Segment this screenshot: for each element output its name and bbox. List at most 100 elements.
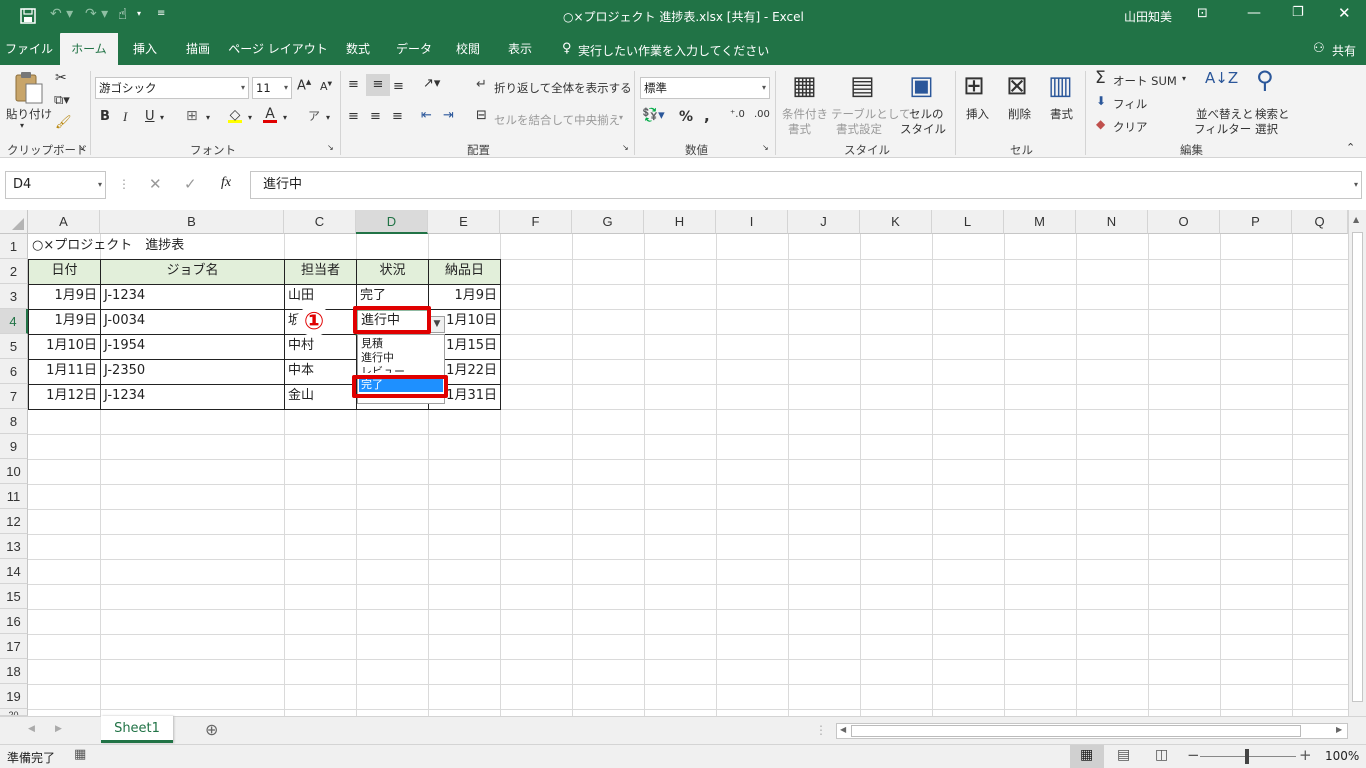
font-launcher-icon[interactable]: ↘: [327, 143, 334, 152]
cell-C5[interactable]: 中村: [285, 334, 317, 359]
paste-dropdown-icon[interactable]: ▾: [20, 121, 24, 130]
conditional-format-icon[interactable]: ▦: [792, 71, 817, 101]
find-select-button[interactable]: 検索と: [1255, 106, 1290, 122]
cell-C6[interactable]: 中本: [285, 359, 317, 384]
column-header[interactable]: L: [932, 210, 1004, 234]
touch-mode-icon[interactable]: ☝: [118, 5, 127, 23]
row-header-selected[interactable]: 4: [0, 309, 28, 334]
font-color-dropdown-icon[interactable]: ▾: [283, 113, 287, 122]
increase-indent-icon[interactable]: ⇥: [443, 108, 454, 123]
restore-icon[interactable]: ❐: [1292, 5, 1304, 20]
tab-data[interactable]: データ: [387, 33, 441, 65]
sort-filter-icon[interactable]: A↓Z: [1205, 69, 1238, 87]
row-header[interactable]: 20: [0, 709, 28, 716]
column-header[interactable]: C: [284, 210, 356, 234]
format-cells-button[interactable]: 書式: [1050, 106, 1073, 122]
cell-B3[interactable]: J-1234: [101, 284, 148, 309]
column-header[interactable]: J: [788, 210, 860, 234]
font-name-select[interactable]: 游ゴシック ▾: [95, 77, 249, 99]
scroll-up-icon[interactable]: ▲: [1353, 215, 1359, 224]
row-header[interactable]: 10: [0, 459, 28, 484]
next-sheet-icon[interactable]: ▶: [55, 724, 62, 734]
sheet-tab-active[interactable]: Sheet1: [101, 716, 173, 743]
column-header[interactable]: N: [1076, 210, 1148, 234]
row-header[interactable]: 9: [0, 434, 28, 459]
currency-icon[interactable]: 💱▾: [642, 108, 665, 123]
column-header[interactable]: I: [716, 210, 788, 234]
cell-styles-button[interactable]: セルの: [909, 106, 944, 122]
cut-icon[interactable]: ✂: [55, 70, 67, 86]
share-button[interactable]: 共有: [1332, 42, 1356, 59]
undo-icon[interactable]: ↶ ▾: [50, 6, 73, 22]
row-header[interactable]: 5: [0, 334, 28, 359]
find-select-button-line2[interactable]: 選択: [1255, 121, 1278, 137]
tab-formulas[interactable]: 数式: [333, 33, 383, 65]
row-header[interactable]: 18: [0, 659, 28, 684]
zoom-out-icon[interactable]: −: [1187, 746, 1200, 764]
cell-C2[interactable]: 担当者: [285, 259, 356, 284]
column-header-selected[interactable]: D: [356, 210, 428, 234]
dropdown-option[interactable]: 進行中: [361, 351, 394, 365]
clear-icon[interactable]: ◆: [1096, 117, 1105, 131]
alignment-launcher-icon[interactable]: ↘: [622, 143, 629, 152]
scrollbar-thumb[interactable]: [1352, 232, 1363, 702]
cell-styles-icon[interactable]: ▣: [909, 71, 934, 101]
border-icon[interactable]: ⊞: [186, 108, 198, 124]
cell-A2[interactable]: 日付: [29, 259, 100, 284]
row-header[interactable]: 12: [0, 509, 28, 534]
delete-cells-icon[interactable]: ⊠: [1006, 71, 1028, 101]
tab-page-layout[interactable]: ページ レイアウト: [226, 33, 330, 65]
align-top-icon[interactable]: ≡: [348, 77, 359, 92]
cell-B7[interactable]: J-1234: [101, 384, 148, 409]
cell-styles-button-line2[interactable]: スタイル: [900, 121, 946, 137]
decrease-decimal-icon[interactable]: .00: [754, 109, 770, 120]
minimize-icon[interactable]: —: [1247, 5, 1261, 21]
tab-view[interactable]: 表示: [496, 33, 544, 65]
column-header[interactable]: A: [28, 210, 100, 234]
tab-file[interactable]: ファイル: [0, 33, 58, 65]
clipboard-launcher-icon[interactable]: ↘: [78, 143, 85, 152]
increase-decimal-icon[interactable]: ⁺.0: [730, 109, 745, 120]
orientation-icon[interactable]: ↗▾: [423, 76, 440, 91]
column-header[interactable]: H: [644, 210, 716, 234]
format-as-table-button[interactable]: テーブルとして: [831, 106, 910, 122]
align-center-icon[interactable]: ≡: [370, 109, 381, 124]
sort-filter-button-line2[interactable]: フィルター: [1194, 121, 1251, 137]
insert-cells-icon[interactable]: ⊞: [963, 71, 985, 101]
italic-button[interactable]: I: [123, 109, 127, 125]
autosum-icon[interactable]: Σ: [1095, 68, 1106, 88]
row-header[interactable]: 16: [0, 609, 28, 634]
ribbon-display-icon[interactable]: ⊡: [1197, 6, 1208, 21]
row-header[interactable]: 3: [0, 284, 28, 309]
column-header[interactable]: M: [1004, 210, 1076, 234]
zoom-slider-thumb[interactable]: [1245, 749, 1249, 764]
normal-view-button[interactable]: ▦: [1070, 745, 1104, 768]
cell-A1[interactable]: ○×プロジェクト 進捗表: [29, 234, 187, 259]
insert-cells-button[interactable]: 挿入: [966, 106, 989, 122]
cell-A7[interactable]: 1月12日: [29, 384, 100, 409]
cell-A5[interactable]: 1月10日: [29, 334, 100, 359]
find-select-icon[interactable]: ⚲: [1256, 66, 1274, 94]
cell-B2[interactable]: ジョブ名: [101, 259, 284, 284]
align-right-icon[interactable]: ≡: [392, 109, 403, 124]
validation-dropdown-button[interactable]: ▼: [429, 316, 445, 333]
percent-button[interactable]: %: [679, 109, 693, 125]
formula-input[interactable]: 進行中 ▾: [250, 171, 1362, 199]
format-cells-icon[interactable]: ▥: [1048, 71, 1073, 101]
phonetic-icon[interactable]: ア: [308, 107, 320, 124]
close-icon[interactable]: ✕: [1338, 4, 1351, 22]
horizontal-scrollbar[interactable]: ◀ ▶: [836, 723, 1348, 739]
wrap-text-button[interactable]: 折り返して全体を表示する: [494, 80, 632, 96]
copy-icon[interactable]: ⧉▾: [54, 93, 70, 108]
number-launcher-icon[interactable]: ↘: [762, 143, 769, 152]
scroll-right-icon[interactable]: ▶: [1336, 725, 1342, 734]
column-header[interactable]: B: [100, 210, 284, 234]
paste-button[interactable]: 貼り付け: [6, 106, 52, 122]
zoom-level[interactable]: 100%: [1325, 749, 1359, 763]
horizontal-scrollbar-thumb[interactable]: [851, 725, 1301, 737]
delete-cells-button[interactable]: 削除: [1008, 106, 1031, 122]
cell-A6[interactable]: 1月11日: [29, 359, 100, 384]
underline-button[interactable]: U: [145, 109, 155, 124]
row-header[interactable]: 19: [0, 684, 28, 709]
cell-A4[interactable]: 1月9日: [29, 309, 100, 334]
